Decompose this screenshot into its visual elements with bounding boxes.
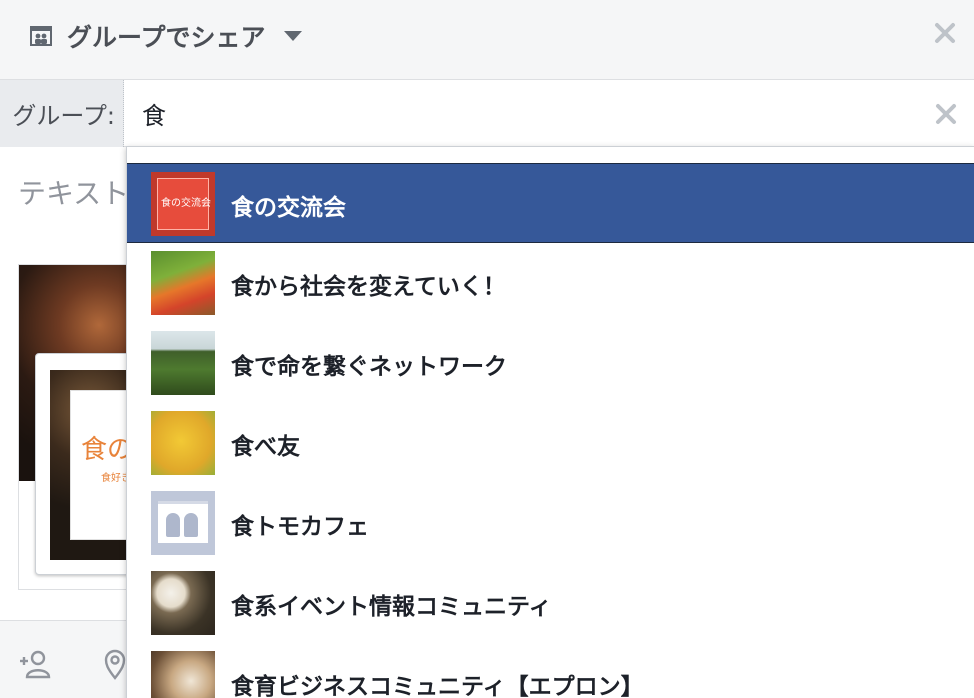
dialog-header: グループでシェア [0,0,974,80]
group-thumbnail [151,331,215,395]
group-suggestion-item[interactable]: 食から社会を変えていく！ [127,243,974,323]
tag-people-icon[interactable] [18,647,52,681]
group-suggestion-label: 食育ビジネスコミュニティ【エプロン】 [231,674,644,698]
preview-sign-text: 食の [81,435,128,465]
preview-inner-card: 食の 食好き [35,353,128,575]
group-suggestion-item[interactable]: 食系イベント情報コミュニティ [127,563,974,643]
group-suggestion-label: 食系イベント情報コミュニティ [231,594,552,620]
link-preview-card[interactable]: 食の 食好き [18,264,128,590]
group-suggestion-label: 食べ友 [231,434,300,460]
group-selector-row: グループ: [0,80,974,147]
preview-photo: 食の 食好き [50,370,128,560]
group-suggestion-item[interactable]: 食で命を繋ぐネットワーク [127,323,974,403]
preview-sign: 食の 食好き [70,390,128,540]
default-group-icon [151,491,215,555]
group-thumbnail [151,251,215,315]
composer-text-placeholder[interactable]: テキスト [18,172,129,212]
group-suggestion-item[interactable]: 食べ友 [127,403,974,483]
group-label-cell: グループ: [0,80,124,147]
group-thumbnail [151,651,215,698]
group-suggestion-label: 食で命を繋ぐネットワーク [231,354,507,380]
group-thumbnail: 食の交流会 [151,172,215,236]
dialog-title: グループでシェア [67,23,266,52]
group-thumbnail [151,411,215,475]
group-suggestion-label: 食から社会を変えていく！ [231,274,506,300]
default-group-person [166,513,180,537]
group-label: グループ: [12,102,115,130]
group-search-input[interactable] [126,80,974,147]
group-suggestion-list: 食の交流会 食の交流会 食から社会を変えていく！ 食で命を繋ぐネットワーク 食べ… [127,163,974,698]
close-icon[interactable] [932,20,958,46]
caret-down-icon[interactable] [283,31,302,41]
close-icon[interactable] [934,102,958,126]
group-suggestion-item[interactable]: 食トモカフェ [127,483,974,563]
preview-sign-subtext: 食好き [101,473,128,484]
group-thumbnail [151,571,215,635]
default-group-person [184,513,198,537]
group-icon [30,26,52,46]
thumbnail-poster-text: 食の交流会 [161,198,211,209]
group-suggestion-label: 食トモカフェ [231,514,369,540]
share-target-selector[interactable]: グループでシェア [30,19,302,53]
group-suggestion-item[interactable]: 食育ビジネスコミュニティ【エプロン】 [127,643,974,698]
group-typeahead-dropdown: 食の交流会 食の交流会 食から社会を変えていく！ 食で命を繋ぐネットワーク 食べ… [126,146,974,698]
share-to-group-dialog: グループでシェア グループ: テキスト 食の 食好き [0,0,974,698]
group-suggestion-item[interactable]: 食の交流会 食の交流会 [127,163,974,243]
group-suggestion-label: 食の交流会 [231,195,346,221]
